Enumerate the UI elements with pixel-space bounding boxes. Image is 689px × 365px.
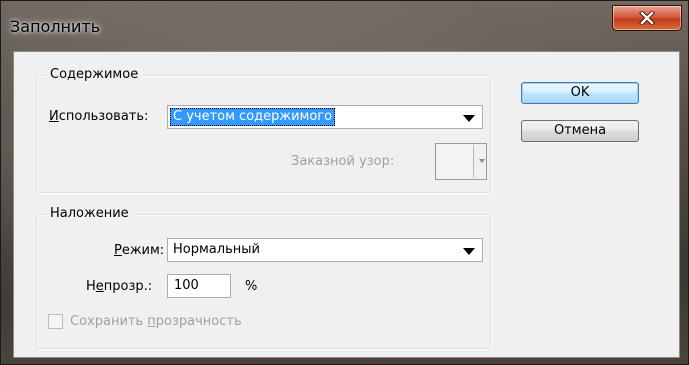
pattern-swatch xyxy=(437,145,474,178)
content-group: Содержимое xyxy=(36,67,491,193)
close-x-icon xyxy=(639,11,655,25)
opacity-input[interactable]: 100 xyxy=(167,274,231,298)
ok-button[interactable]: OK xyxy=(521,82,639,104)
cancel-button[interactable]: Отмена xyxy=(521,120,639,142)
preserve-transparency-label: Сохранить прозрачность xyxy=(70,314,242,329)
chevron-down-icon xyxy=(463,115,475,122)
close-button[interactable] xyxy=(612,5,682,31)
custom-pattern-label: Заказной узор: xyxy=(291,154,395,169)
custom-pattern-picker[interactable] xyxy=(435,143,487,180)
window-title: Заполнить xyxy=(10,17,101,36)
preserve-transparency-checkbox[interactable] xyxy=(48,314,63,329)
use-dropdown[interactable]: С учетом содержимого xyxy=(167,105,483,129)
use-dropdown-value: С учетом содержимого xyxy=(170,108,336,126)
opacity-label: Непрозр.: xyxy=(86,279,153,294)
content-group-legend: Содержимое xyxy=(45,67,144,83)
chevron-down-icon xyxy=(463,248,475,255)
mode-label: Режим: xyxy=(114,243,165,258)
opacity-unit: % xyxy=(245,279,258,294)
use-label: Использовать: xyxy=(49,109,149,124)
mode-dropdown[interactable]: Нормальный xyxy=(167,238,483,262)
blend-group-legend: Наложение xyxy=(45,206,134,222)
window-frame: Заполнить Содержимое Использовать: С уче… xyxy=(0,0,689,365)
dialog-client-area: Содержимое Использовать: С учетом содерж… xyxy=(13,51,680,358)
chevron-down-icon xyxy=(479,159,485,163)
mode-dropdown-value: Нормальный xyxy=(173,242,260,257)
